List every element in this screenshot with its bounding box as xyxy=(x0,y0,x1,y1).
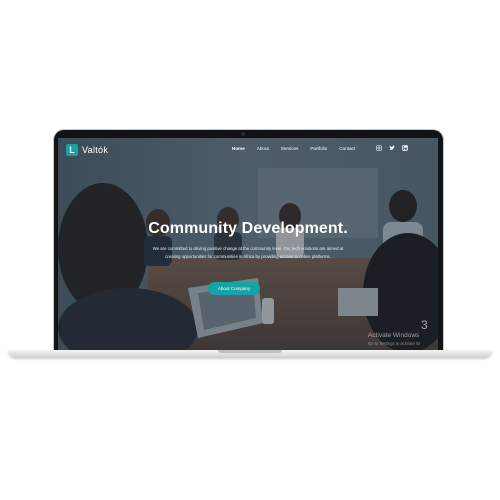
brand-name: Valtók xyxy=(82,145,109,155)
about-company-button[interactable]: About Company xyxy=(208,282,260,295)
nav-item-portfolio[interactable]: Portfolio xyxy=(310,146,327,151)
nav-item-about[interactable]: About xyxy=(257,146,269,151)
activate-windows-watermark: Activate Windows xyxy=(368,332,420,339)
social-links xyxy=(376,145,408,151)
laptop-screen: L Valtók Home About Services Portfolio C… xyxy=(58,138,438,350)
main-menu: Home About Services Portfolio Contact xyxy=(232,146,367,151)
top-navigation: L Valtók Home About Services Portfolio C… xyxy=(58,138,438,162)
camera-dot xyxy=(241,132,245,136)
nav-item-home[interactable]: Home xyxy=(232,146,245,151)
activate-windows-subtext: Go to Settings to activate W xyxy=(368,341,420,346)
brand-logo[interactable]: L Valtók xyxy=(66,143,108,157)
nav-item-services[interactable]: Services xyxy=(281,146,299,151)
watermark-number: 3 xyxy=(421,318,428,332)
laptop-mockup: L Valtók Home About Services Portfolio C… xyxy=(0,0,500,500)
hero-description: We are committed to driving positive cha… xyxy=(152,246,344,259)
hero-overlay xyxy=(58,138,438,350)
nav-item-contact[interactable]: Contact xyxy=(339,146,355,151)
twitter-icon[interactable] xyxy=(389,145,395,151)
instagram-icon[interactable] xyxy=(376,145,382,151)
laptop-notch xyxy=(218,350,282,353)
logo-mark-icon: L xyxy=(66,144,78,156)
hero-title: Community Development. xyxy=(148,220,348,237)
linkedin-icon[interactable] xyxy=(402,145,408,151)
